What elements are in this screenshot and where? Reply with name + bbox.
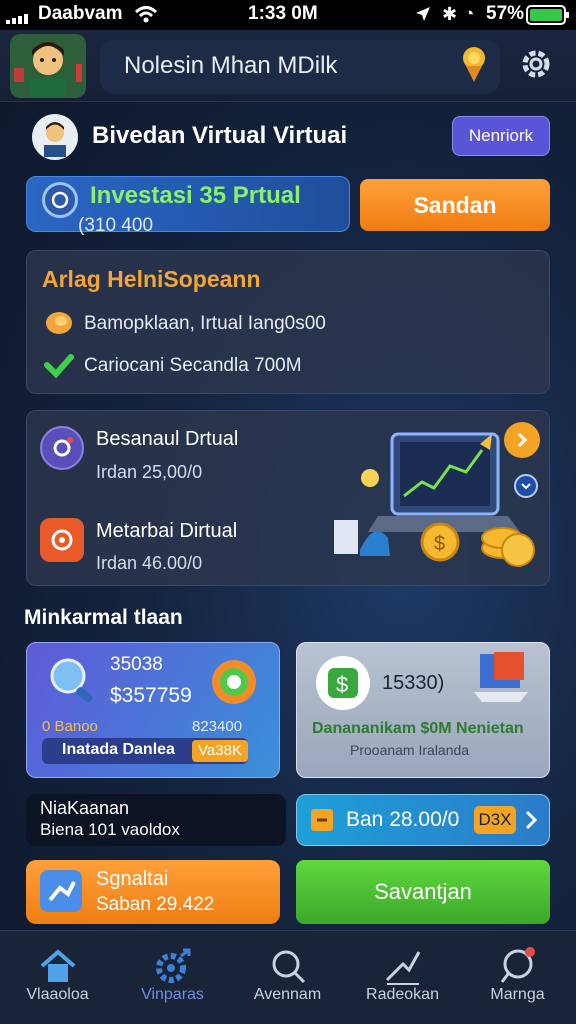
checkmark-icon bbox=[44, 352, 74, 378]
nav-home-label: Vlaaoloa bbox=[26, 986, 89, 1003]
tile-right-subtitle: Prooanam Iralanda bbox=[350, 742, 470, 758]
offer-2-title: Metarbai Dirtual bbox=[96, 520, 238, 542]
profile-action-label: Nenriork bbox=[468, 126, 534, 145]
summary-item-2: Cariocani Secandla 700M bbox=[84, 355, 302, 376]
home-icon bbox=[38, 946, 78, 986]
chart-app-icon bbox=[40, 870, 82, 912]
bluetooth-icon: ✱ bbox=[442, 4, 458, 24]
nav-portfolio-label: Vinparas bbox=[141, 986, 204, 1003]
nav-messages[interactable]: Marnga bbox=[460, 940, 575, 1024]
battery-icon bbox=[526, 5, 570, 30]
gear-arrow-icon bbox=[153, 946, 193, 986]
investment-send-button[interactable]: Sandan bbox=[360, 179, 550, 231]
trophy-icon[interactable] bbox=[456, 44, 492, 89]
nav-messages-label: Marnga bbox=[490, 986, 545, 1003]
nav-reports[interactable]: Radeokan bbox=[345, 940, 460, 1024]
coin-icon bbox=[44, 310, 74, 336]
dollar-badge-icon: $ bbox=[316, 656, 370, 710]
expand-chevron-button[interactable] bbox=[514, 474, 538, 498]
app-title: Nolesin Mhan MDilk bbox=[124, 52, 338, 79]
offer-1-subtitle: Irdan 25,00/0 bbox=[96, 462, 203, 482]
offer-1-title: Besanaul Drtual bbox=[96, 428, 239, 450]
pen-chart-icon bbox=[383, 946, 423, 986]
tile-right-title: Danananikam $0M Nenietan bbox=[312, 720, 524, 737]
signal-card-title: Sgnaltai bbox=[96, 868, 169, 890]
note-line2: Biena 101 vaoldox bbox=[40, 820, 180, 839]
profile-avatar bbox=[32, 114, 78, 160]
settings-gear-icon[interactable] bbox=[518, 46, 554, 87]
svg-text:$: $ bbox=[336, 672, 348, 697]
app-header: Nolesin Mhan MDilk bbox=[0, 30, 576, 102]
row-action-label: Ban 28.00/0 bbox=[346, 808, 460, 831]
sun-gear-icon bbox=[206, 654, 262, 715]
save-button-label: Savantjan bbox=[374, 879, 472, 904]
tile-left-line2: $357759 bbox=[110, 684, 192, 707]
note-line1: NiaKaanan bbox=[40, 798, 130, 818]
nav-search-label: Avennam bbox=[253, 986, 322, 1003]
tile-right-value: 15330) bbox=[382, 672, 445, 694]
signal-icon bbox=[6, 11, 34, 24]
carrier-label: Daabvam bbox=[38, 3, 123, 24]
location-icon bbox=[414, 5, 432, 28]
offer-1-icon[interactable] bbox=[40, 426, 84, 470]
investment-title: Investasi 35 Prtual bbox=[90, 182, 301, 209]
tile-left-line1: 35038 bbox=[110, 654, 163, 675]
tile-left-badge-left: 0 Banoo bbox=[42, 718, 98, 735]
ticket-icon bbox=[310, 808, 334, 837]
chat-bubble-icon bbox=[498, 946, 538, 986]
battery-percent: 57% bbox=[486, 3, 525, 24]
nav-reports-label: Radeokan bbox=[366, 986, 439, 1003]
investment-amount: (310 400 bbox=[78, 215, 154, 236]
row-action-badge: D3X bbox=[474, 806, 516, 834]
next-arrow-button[interactable] bbox=[504, 422, 540, 458]
alarm-icon: ◔ bbox=[464, 4, 475, 23]
chevron-right-icon[interactable] bbox=[524, 810, 538, 835]
investment-send-label: Sandan bbox=[413, 191, 497, 218]
magnifier-icon bbox=[42, 654, 100, 707]
svg-text:$: $ bbox=[434, 533, 445, 555]
save-button[interactable]: Savantjan bbox=[296, 860, 550, 924]
search-icon bbox=[268, 946, 308, 986]
tile-left-badge-right: 823400 bbox=[192, 718, 243, 735]
tile-left-pill-label: Inatada Danlea bbox=[62, 741, 175, 758]
signal-card-subtitle: Saban 29.422 bbox=[96, 894, 215, 915]
profile-action-button[interactable]: Nenriork bbox=[452, 116, 550, 156]
status-bar: Daabvam 1:33 0M ✱ ◔ 57% bbox=[0, 0, 576, 30]
profile-name: Bivedan Virtual Virtuai bbox=[92, 122, 348, 149]
user-avatar[interactable] bbox=[10, 34, 86, 98]
investment-icon bbox=[42, 182, 78, 218]
tile-left-pill-value: Va38K bbox=[192, 740, 248, 762]
offer-2-icon[interactable] bbox=[40, 518, 84, 562]
nav-search[interactable]: Avennam bbox=[230, 940, 345, 1024]
monitor-icon bbox=[470, 652, 532, 709]
summary-item-1: Bamopklaan, Irtual Iang0s00 bbox=[84, 313, 326, 334]
section-title: Minkarmal tlaan bbox=[24, 606, 183, 629]
wifi-icon bbox=[134, 4, 158, 29]
nav-home[interactable]: Vlaaoloa bbox=[0, 940, 115, 1024]
clock: 1:33 0M bbox=[248, 3, 318, 24]
offer-2-subtitle: Irdan 46.00/0 bbox=[96, 553, 203, 573]
summary-title: Arlag HelniSopeann bbox=[42, 266, 261, 292]
nav-portfolio[interactable]: Vinparas bbox=[115, 940, 230, 1024]
